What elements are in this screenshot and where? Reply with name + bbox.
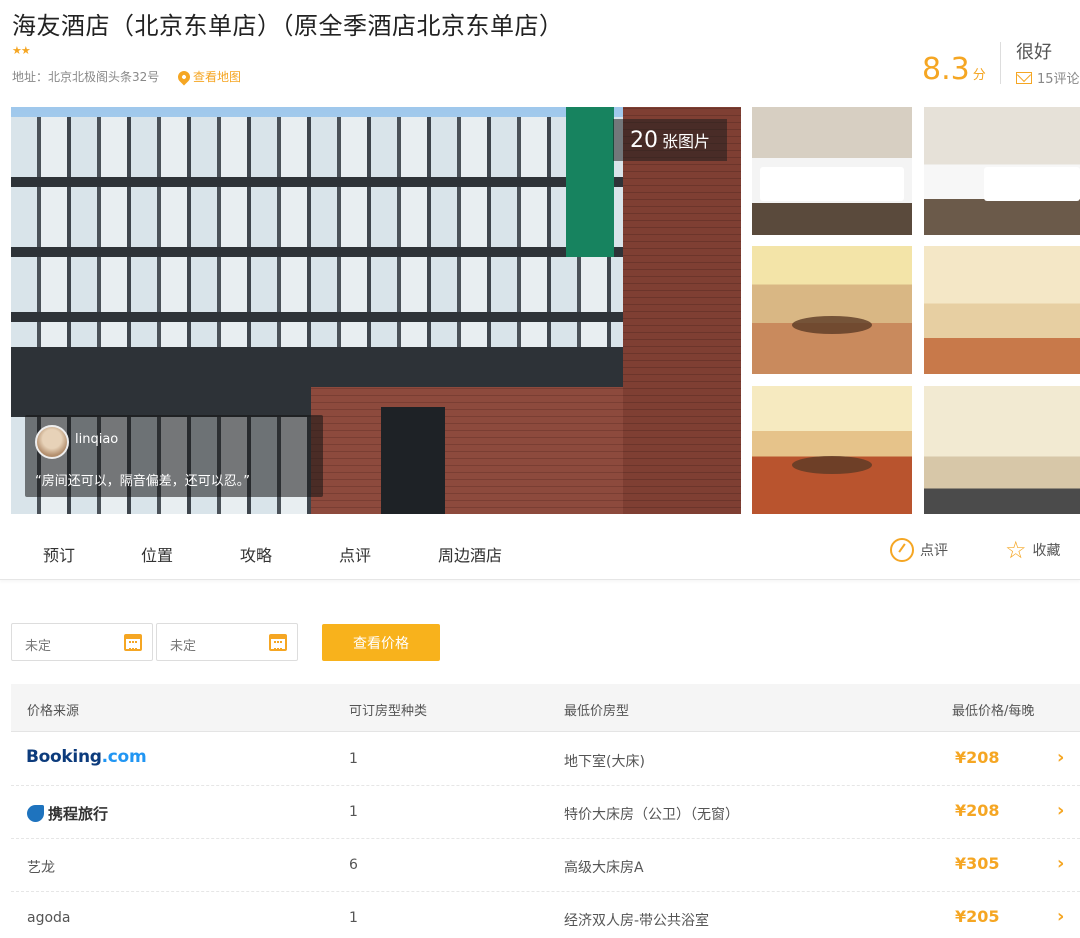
checkout-value: 未定 xyxy=(170,639,197,654)
rating-label: 很好 xyxy=(1016,42,1052,63)
review-count: 15评论 xyxy=(1037,72,1080,87)
comment-icon xyxy=(1016,71,1032,84)
star-rating: ★★ xyxy=(12,44,31,57)
facade-band xyxy=(11,247,651,257)
review-username: linqiao xyxy=(75,432,119,447)
entrance-door xyxy=(381,407,445,514)
photo-count-number: 20 xyxy=(629,127,658,153)
chevron-right-icon[interactable]: › xyxy=(1057,747,1064,768)
room-type-count: 1 xyxy=(349,751,358,767)
calendar-icon xyxy=(269,634,287,651)
tab-guide[interactable]: 攻略 xyxy=(240,542,272,566)
avatar xyxy=(35,425,69,459)
photo-count-label: 张图片 xyxy=(661,132,710,151)
review-quote: “房间还可以，隔音偏差，还可以忍。” xyxy=(35,474,250,489)
lowest-price: ¥205 xyxy=(955,907,1000,926)
tab-nearby-hotels[interactable]: 周边酒店 xyxy=(438,542,502,566)
rating-score: 8.3 分 xyxy=(922,52,986,87)
calendar-icon xyxy=(124,634,142,651)
thumbnail-meeting-room[interactable] xyxy=(924,386,1080,514)
cheapest-room: 特价大床房（公卫）（无窗） xyxy=(564,807,739,823)
thumbnail-dining-1[interactable] xyxy=(752,246,912,374)
ctrip-logo: 携程旅行 xyxy=(27,803,108,824)
facade-band xyxy=(11,312,651,322)
chevron-right-icon[interactable]: › xyxy=(1057,853,1064,874)
check-price-button[interactable]: 查看价格 xyxy=(322,624,440,661)
photo-count-button[interactable]: 20 张图片 xyxy=(613,119,727,161)
room-type-count: 1 xyxy=(349,910,358,926)
checkout-date-field[interactable]: 未定 xyxy=(156,623,298,661)
thumbnail-room-1[interactable] xyxy=(752,107,912,235)
hotel-sign xyxy=(566,107,614,257)
cheapest-room: 高级大床房A xyxy=(564,860,644,876)
map-pin-icon xyxy=(175,68,193,85)
hotel-address: 地址：北京北极阁头条32号 xyxy=(12,70,160,84)
price-table-header: 价格来源 可订房型种类 最低价房型 最低价格/每晚 xyxy=(11,684,1080,732)
table-row[interactable]: 携程旅行 1 特价大床房（公卫）（无窗） ¥208 › xyxy=(11,786,1080,839)
chevron-right-icon[interactable]: › xyxy=(1057,800,1064,821)
thumbnail-dining-2[interactable] xyxy=(924,246,1080,374)
room-type-count: 1 xyxy=(349,804,358,820)
facade-band xyxy=(11,177,651,187)
checkin-value: 未定 xyxy=(25,639,52,654)
table-row[interactable]: Booking.com 1 地下室(大床) ¥208 › xyxy=(11,733,1080,786)
featured-review: linqiao “房间还可以，隔音偏差，还可以忍。” xyxy=(25,415,323,497)
header-lowest-price: 最低价格/每晚 xyxy=(952,704,1035,719)
cheapest-room: 经济双人房-带公共浴室 xyxy=(564,913,710,929)
write-review-label: 点评 xyxy=(920,543,948,559)
main-hotel-photo[interactable]: 20 张图片 linqiao “房间还可以，隔音偏差，还可以忍。” xyxy=(11,107,741,514)
header-cheapest-room: 最低价房型 xyxy=(564,704,630,719)
section-tabs: 预订 位置 攻略 点评 周边酒店 点评 ☆ 收藏 xyxy=(0,514,1080,580)
checkin-date-field[interactable]: 未定 xyxy=(11,623,153,661)
score-unit: 分 xyxy=(972,68,986,83)
table-row[interactable]: agoda 1 经济双人房-带公共浴室 ¥205 › xyxy=(11,892,1080,938)
view-map-label: 查看地图 xyxy=(193,70,242,84)
tab-reviews[interactable]: 点评 xyxy=(339,542,371,566)
brick-tower xyxy=(623,107,741,514)
view-map-link[interactable]: 查看地图 xyxy=(175,68,242,85)
bed-shape xyxy=(760,167,904,201)
thumbnail-dining-3[interactable] xyxy=(752,386,912,514)
chevron-right-icon[interactable]: › xyxy=(1057,906,1064,927)
price-source: 艺龙 xyxy=(27,860,55,876)
score-divider xyxy=(1000,42,1001,84)
favorite-button[interactable]: ☆ 收藏 xyxy=(1005,538,1061,562)
dolphin-icon xyxy=(27,805,44,822)
pen-circle-icon xyxy=(890,538,914,562)
price-source: agoda xyxy=(27,910,71,926)
write-review-button[interactable]: 点评 xyxy=(890,538,948,562)
booking-logo-name: Booking xyxy=(26,747,102,767)
header-room-types: 可订房型种类 xyxy=(349,704,428,719)
score-value: 8.3 xyxy=(922,52,970,87)
cheapest-room: 地下室(大床) xyxy=(564,754,645,770)
booking-logo-domain: .com xyxy=(101,747,147,767)
favorite-label: 收藏 xyxy=(1032,543,1061,559)
thumbnail-room-2[interactable] xyxy=(924,107,1080,235)
booking-logo: Booking.com xyxy=(26,747,147,767)
tab-booking[interactable]: 预订 xyxy=(43,542,75,566)
review-count-link[interactable]: 15评论 xyxy=(1016,68,1080,87)
lowest-price: ¥305 xyxy=(955,854,1000,873)
hotel-title: 海友酒店（北京东单店）（原全季酒店北京东单店） xyxy=(12,12,564,40)
table-shape xyxy=(792,456,872,474)
lowest-price: ¥208 xyxy=(955,748,1000,767)
tab-location[interactable]: 位置 xyxy=(141,542,173,566)
ctrip-name: 携程旅行 xyxy=(48,805,109,823)
bed-shape xyxy=(984,167,1080,201)
lowest-price: ¥208 xyxy=(955,801,1000,820)
table-row[interactable]: 艺龙 6 高级大床房A ¥305 › xyxy=(11,839,1080,892)
room-type-count: 6 xyxy=(349,857,358,873)
table-shape xyxy=(792,316,872,334)
star-icon: ☆ xyxy=(1005,536,1027,564)
header-source: 价格来源 xyxy=(27,704,80,719)
